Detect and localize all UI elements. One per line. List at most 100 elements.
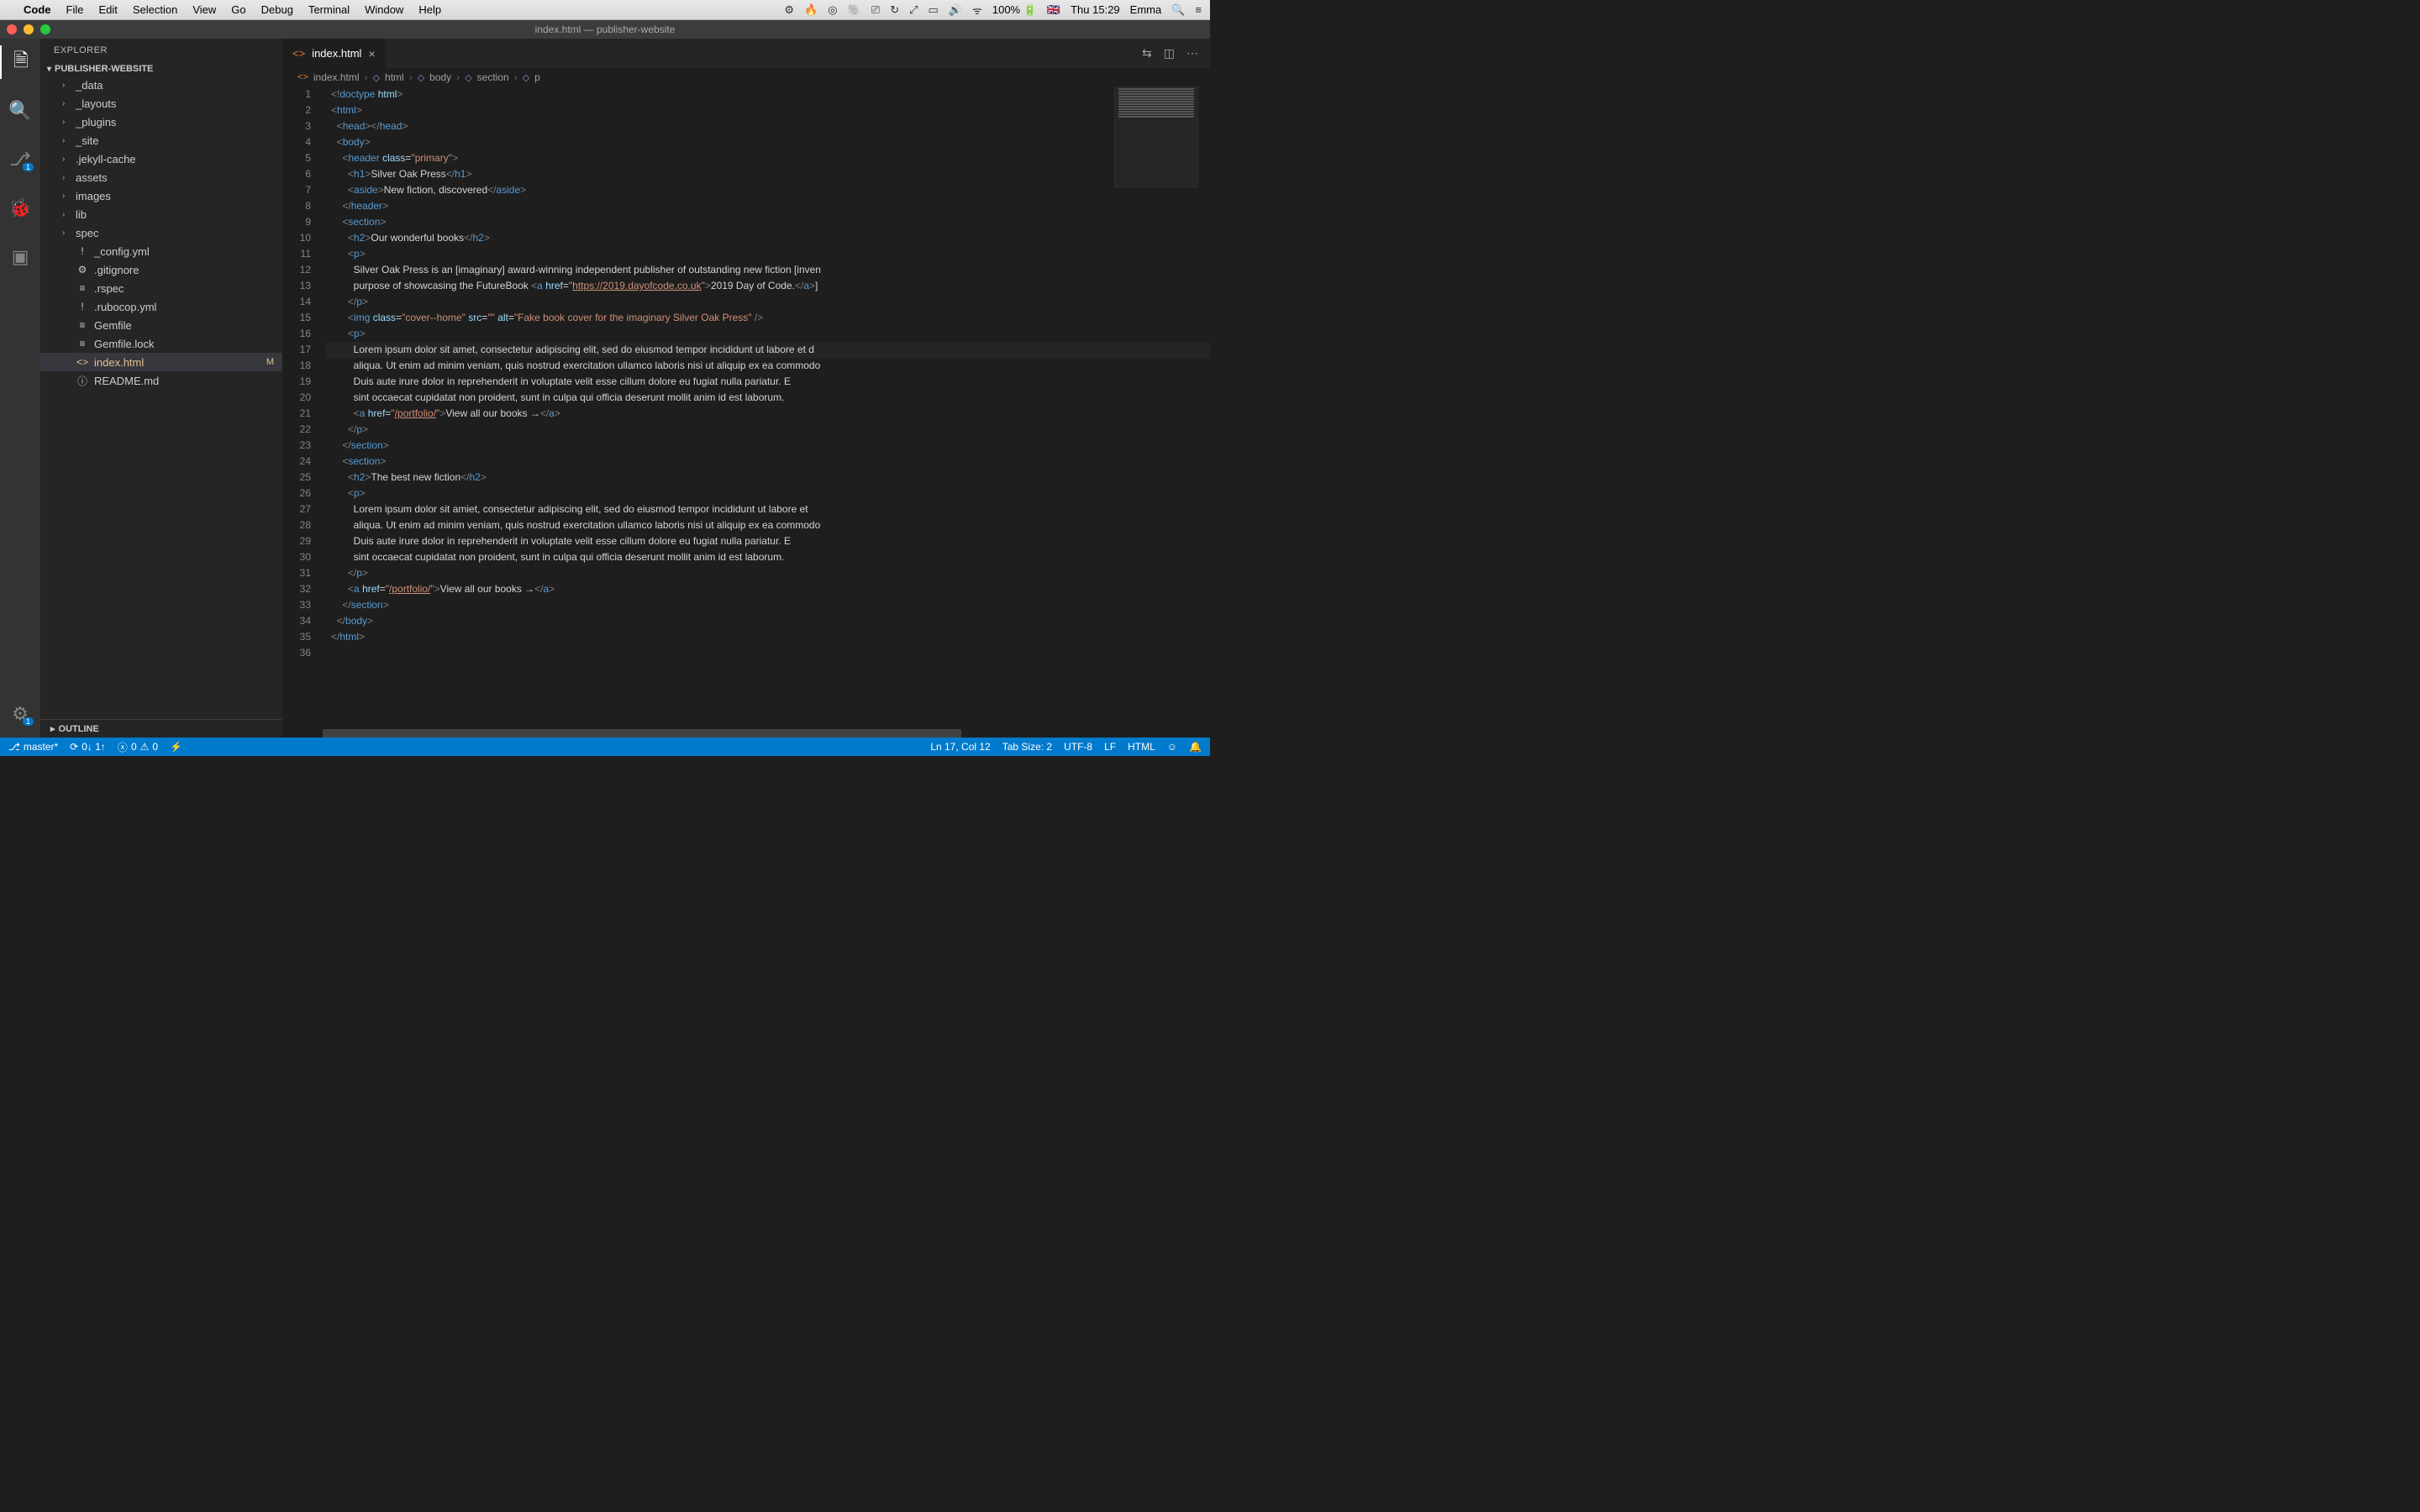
code-line[interactable]: </body> (326, 613, 1210, 629)
activity-explorer[interactable]: 🗎 (0, 45, 40, 79)
code-line[interactable]: </header> (326, 198, 1210, 214)
tray-icon[interactable]: ◎ (828, 3, 837, 17)
tab-index-html[interactable]: <> index.html × (282, 39, 387, 68)
menu-terminal[interactable]: Terminal (308, 3, 350, 16)
code-line[interactable]: purpose of showcasing the FutureBook <a … (326, 278, 1210, 294)
activity-extensions[interactable]: ▣ (0, 240, 40, 274)
code-line[interactable]: <h2>The best new fiction</h2> (326, 470, 1210, 486)
status-language[interactable]: HTML (1128, 741, 1155, 753)
tray-icon[interactable]: ⎚ (871, 3, 880, 17)
flag-icon[interactable]: 🇬🇧 (1047, 3, 1060, 17)
tree-item--gitignore[interactable]: ⚙.gitignore (40, 260, 282, 279)
crumb[interactable]: body (429, 71, 451, 83)
code-line[interactable]: <h1>Silver Oak Press</h1> (326, 166, 1210, 182)
spotlight-icon[interactable]: 🔍 (1171, 3, 1185, 17)
code-editor[interactable]: 1234567891011121314151617181920212223242… (282, 87, 1210, 729)
tree-item-gemfile-lock[interactable]: ≡Gemfile.lock (40, 334, 282, 353)
code-line[interactable] (326, 645, 1210, 661)
more-actions-icon[interactable]: ⋯ (1186, 46, 1198, 60)
close-tab-icon[interactable]: × (368, 47, 375, 60)
tree-item-index-html[interactable]: <>index.htmlM (40, 353, 282, 371)
status-sync[interactable]: ⟳ 0↓ 1↑ (70, 741, 106, 753)
crumb[interactable]: index.html (313, 71, 360, 83)
code-line[interactable]: aliqua. Ut enim ad minim veniam, quis no… (326, 358, 1210, 374)
activity-debug[interactable]: 🐞 (0, 192, 40, 225)
code-line[interactable]: <section> (326, 214, 1210, 230)
code-line[interactable]: Duis aute irure dolor in reprehenderit i… (326, 533, 1210, 549)
breadcrumb[interactable]: <> index.html › ◇ html › ◇ body › ◇ sect… (282, 68, 1210, 87)
volume-icon[interactable]: 🔊 (949, 3, 962, 17)
code-line[interactable]: Duis aute irure dolor in reprehenderit i… (326, 374, 1210, 390)
menu-icon[interactable]: ≡ (1195, 3, 1202, 16)
code-line[interactable]: <html> (326, 102, 1210, 118)
status-branch[interactable]: ⎇ master* (8, 741, 58, 753)
battery-status[interactable]: 100% 🔋 (992, 3, 1037, 17)
status-eol[interactable]: LF (1104, 741, 1116, 753)
tray-icon[interactable]: ⤢ (909, 3, 918, 17)
code-line[interactable]: <!doctype html> (326, 87, 1210, 102)
status-problems[interactable]: ⓧ 0 ⚠ 0 (118, 740, 158, 754)
code-line[interactable]: </section> (326, 597, 1210, 613)
crumb[interactable]: p (534, 71, 540, 83)
status-feedback[interactable]: ☺ (1167, 741, 1177, 753)
zoom-window-button[interactable] (40, 24, 50, 34)
minimap[interactable] (1114, 87, 1198, 187)
tray-icon[interactable]: 🐘 (848, 3, 861, 17)
tree-item--plugins[interactable]: ›_plugins (40, 113, 282, 131)
activity-settings[interactable]: ⚙1 (0, 697, 40, 731)
status-bell[interactable]: 🔔 (1189, 741, 1202, 753)
status-encoding[interactable]: UTF-8 (1064, 741, 1092, 753)
tree-item-gemfile[interactable]: ≡Gemfile (40, 316, 282, 334)
menu-edit[interactable]: Edit (98, 3, 117, 16)
menu-debug[interactable]: Debug (261, 3, 293, 16)
code-line[interactable]: </p> (326, 422, 1210, 438)
tree-item-spec[interactable]: ›spec (40, 223, 282, 242)
split-editor-icon[interactable]: ◫ (1164, 46, 1175, 60)
crumb[interactable]: html (385, 71, 404, 83)
code-line[interactable]: <p> (326, 326, 1210, 342)
outline-section[interactable]: ▸ OUTLINE (40, 719, 282, 738)
code-line[interactable]: </section> (326, 438, 1210, 454)
tree-item--jekyll-cache[interactable]: ›.jekyll-cache (40, 150, 282, 168)
menu-help[interactable]: Help (418, 3, 441, 16)
code-line[interactable]: <body> (326, 134, 1210, 150)
compare-icon[interactable]: ⇆ (1142, 46, 1152, 60)
status-live[interactable]: ⚡ (170, 741, 182, 753)
code-line[interactable]: sint occaecat cupidatat non proident, su… (326, 549, 1210, 565)
horizontal-scrollbar[interactable] (282, 729, 1210, 738)
tree-item--rspec[interactable]: ≡.rspec (40, 279, 282, 297)
code-line[interactable]: <aside>New fiction, discovered</aside> (326, 182, 1210, 198)
menu-selection[interactable]: Selection (133, 3, 177, 16)
display-icon[interactable]: ▭ (929, 3, 939, 17)
code-line[interactable]: <a href="/portfolio/">View all our books… (326, 581, 1210, 597)
code-line[interactable]: <a href="/portfolio/">View all our books… (326, 406, 1210, 422)
clock[interactable]: Thu 15:29 (1071, 3, 1120, 16)
menu-go[interactable]: Go (231, 3, 245, 16)
code-line[interactable]: <header class="primary"> (326, 150, 1210, 166)
wifi-icon[interactable]: ᯤ (972, 3, 982, 18)
code-line[interactable]: <head></head> (326, 118, 1210, 134)
tray-icon[interactable]: ⚙ (784, 3, 794, 17)
code-line[interactable]: <h2>Our wonderful books</h2> (326, 230, 1210, 246)
sidebar-section-header[interactable]: ▾ PUBLISHER-WEBSITE (40, 62, 282, 76)
app-name[interactable]: Code (24, 3, 51, 16)
tree-item--site[interactable]: ›_site (40, 131, 282, 150)
crumb[interactable]: section (477, 71, 509, 83)
code-line[interactable]: <img class="cover--home" src="" alt="Fak… (326, 310, 1210, 326)
tree-item-readme-md[interactable]: ⓘREADME.md (40, 371, 282, 390)
code-line[interactable]: </p> (326, 565, 1210, 581)
code-line[interactable]: aliqua. Ut enim ad minim veniam, quis no… (326, 517, 1210, 533)
close-window-button[interactable] (7, 24, 17, 34)
scrollbar-thumb[interactable] (323, 729, 961, 738)
tree-item-assets[interactable]: ›assets (40, 168, 282, 186)
tray-icon[interactable]: 🔥 (804, 3, 818, 17)
menu-file[interactable]: File (66, 3, 84, 16)
activity-search[interactable]: 🔍 (0, 94, 40, 128)
code-line[interactable]: sint occaecat cupidatat non proident, su… (326, 390, 1210, 406)
code-content[interactable]: <!doctype html><html> <head></head> <bod… (326, 87, 1210, 729)
tree-item--config-yml[interactable]: !_config.yml (40, 242, 282, 260)
code-line[interactable]: </p> (326, 294, 1210, 310)
user-name[interactable]: Emma (1130, 3, 1162, 16)
tree-item--data[interactable]: ›_data (40, 76, 282, 94)
tree-item--rubocop-yml[interactable]: !.rubocop.yml (40, 297, 282, 316)
